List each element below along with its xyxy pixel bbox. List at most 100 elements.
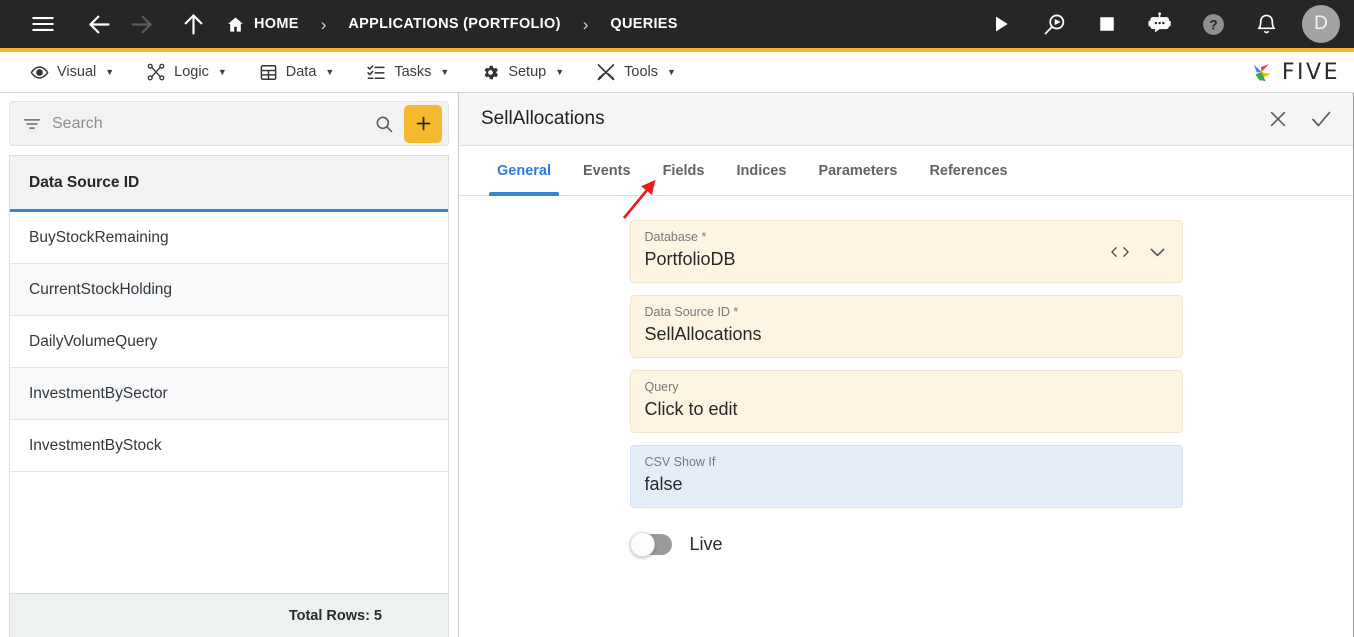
home-icon [226,15,245,34]
list-item-label: BuyStockRemaining [29,228,169,246]
chevron-down-icon: ▼ [555,67,565,77]
field-label: Query [644,380,679,394]
search-input[interactable] [52,114,364,133]
top-navigation-bar: HOME › APPLICATIONS (PORTFOLIO) › QUERIE… [0,0,1354,48]
code-icon[interactable] [1110,243,1130,260]
breadcrumb-label: APPLICATIONS (PORTFOLIO) [348,16,561,32]
avatar[interactable]: D [1302,5,1340,43]
list-item[interactable]: BuyStockRemaining [10,212,448,264]
brand-name: FIVE [1281,59,1340,85]
field-value: SellAllocations [644,324,762,344]
breadcrumb-label: HOME [254,16,299,32]
search-bar [9,101,449,146]
menu-tasks[interactable]: Tasks ▼ [350,52,465,92]
tab-label: Events [583,162,631,179]
arrow-left-icon[interactable] [78,3,120,45]
field-label: Data Source ID * [644,305,739,319]
menu-data[interactable]: Data ▼ [243,52,351,92]
check-icon[interactable] [1309,107,1333,131]
menu-logic[interactable]: Logic ▼ [130,52,243,92]
page-title: SellAllocations [481,108,605,129]
field-value: false [644,474,683,494]
breadcrumb-label: QUERIES [610,16,678,32]
table-icon [259,63,278,82]
field-value: Click to edit [644,399,738,419]
live-toggle[interactable] [629,532,672,557]
breadcrumb-separator: › [320,14,327,34]
live-toggle-label: Live [689,534,723,554]
tab-events[interactable]: Events [567,146,647,195]
add-record-button[interactable] [404,104,442,143]
filter-icon[interactable] [22,114,42,134]
brand-logo: FIVE [1248,59,1340,86]
list-item[interactable]: InvestmentByStock [10,420,448,472]
chevron-down-icon: ▼ [325,67,335,77]
menu-setup[interactable]: Setup ▼ [465,52,580,92]
menu-tools[interactable]: Tools ▼ [580,52,692,92]
breadcrumb-item-queries[interactable]: QUERIES [610,16,677,32]
detail-panel: SellAllocations General Events Fields In… [459,93,1353,637]
hamburger-icon[interactable] [22,3,64,45]
toggle-knob [629,532,655,557]
chevron-down-icon: ▼ [440,67,450,77]
question-circle-icon[interactable]: ? [1192,3,1234,45]
search-play-icon[interactable] [1033,3,1075,45]
bell-icon[interactable] [1245,3,1287,45]
list-item[interactable]: CurrentStockHolding [10,264,448,316]
list-item-label: DailyVolumeQuery [29,332,158,350]
chevron-down-icon: ▼ [105,67,115,77]
menu-visual[interactable]: Visual ▼ [14,52,130,92]
tab-label: General [497,162,551,179]
workspace: Data Source ID BuyStockRemaining Current… [0,93,1354,637]
detail-header: SellAllocations [459,93,1353,146]
menu-label: Data [285,64,317,80]
search-area [0,93,458,150]
search-icon[interactable] [364,114,404,134]
total-rows-label: Total Rows: 5 [288,607,382,624]
tab-references[interactable]: References [913,146,1023,195]
live-toggle-row: Live [629,532,1183,557]
detail-header-actions [1267,107,1333,131]
checklist-icon [366,62,386,82]
chevron-down-icon: ▼ [667,67,676,77]
menu-label: Visual [57,64,97,80]
csv-show-if-field[interactable]: CSV Show If false [629,445,1183,508]
list-column-header[interactable]: Data Source ID [10,156,448,212]
general-form: Database * PortfolioDB Data Source ID * … [459,196,1353,637]
nodes-icon [146,62,166,82]
tab-general[interactable]: General [481,146,567,196]
application-window: HOME › APPLICATIONS (PORTFOLIO) › QUERIE… [0,0,1354,637]
total-rows-status: Total Rows: 5 [10,593,448,637]
list-item[interactable]: DailyVolumeQuery [10,316,448,368]
field-label: CSV Show If [644,455,716,469]
chat-bot-icon[interactable] [1139,3,1181,45]
chevron-down-icon: ▼ [217,67,227,77]
menu-label: Tasks [394,64,432,80]
query-field[interactable]: Query Click to edit [629,370,1183,433]
arrow-right-icon[interactable] [120,3,162,45]
database-field[interactable]: Database * PortfolioDB [629,220,1183,283]
close-icon[interactable] [1267,108,1289,130]
menu-label: Logic [174,64,209,80]
list-item[interactable]: InvestmentBySector [10,368,448,420]
column-header-label: Data Source ID [29,173,140,191]
play-icon[interactable] [980,3,1022,45]
tab-parameters[interactable]: Parameters [802,146,913,195]
tab-label: References [929,162,1008,179]
chevron-down-icon[interactable] [1147,241,1168,262]
tab-fields[interactable]: Fields [647,146,721,195]
list-item-label: CurrentStockHolding [29,280,173,298]
tab-indices[interactable]: Indices [720,146,802,195]
breadcrumb-item-applications[interactable]: APPLICATIONS (PORTFOLIO) [348,16,560,32]
top-nav-left-group: HOME › APPLICATIONS (PORTFOLIO) › QUERIE… [22,3,678,45]
breadcrumb-item-home[interactable]: HOME [226,15,299,34]
menu-label: Tools [624,64,658,80]
list-item-label: InvestmentBySector [29,384,168,402]
arrow-up-icon[interactable] [172,3,214,45]
stop-square-icon[interactable] [1086,3,1128,45]
tab-label: Indices [736,162,787,179]
records-list-card: Data Source ID BuyStockRemaining Current… [9,155,449,637]
top-nav-actions: ? D [980,3,1340,45]
breadcrumb-separator: › [582,14,589,34]
data-source-id-field[interactable]: Data Source ID * SellAllocations [629,295,1183,358]
